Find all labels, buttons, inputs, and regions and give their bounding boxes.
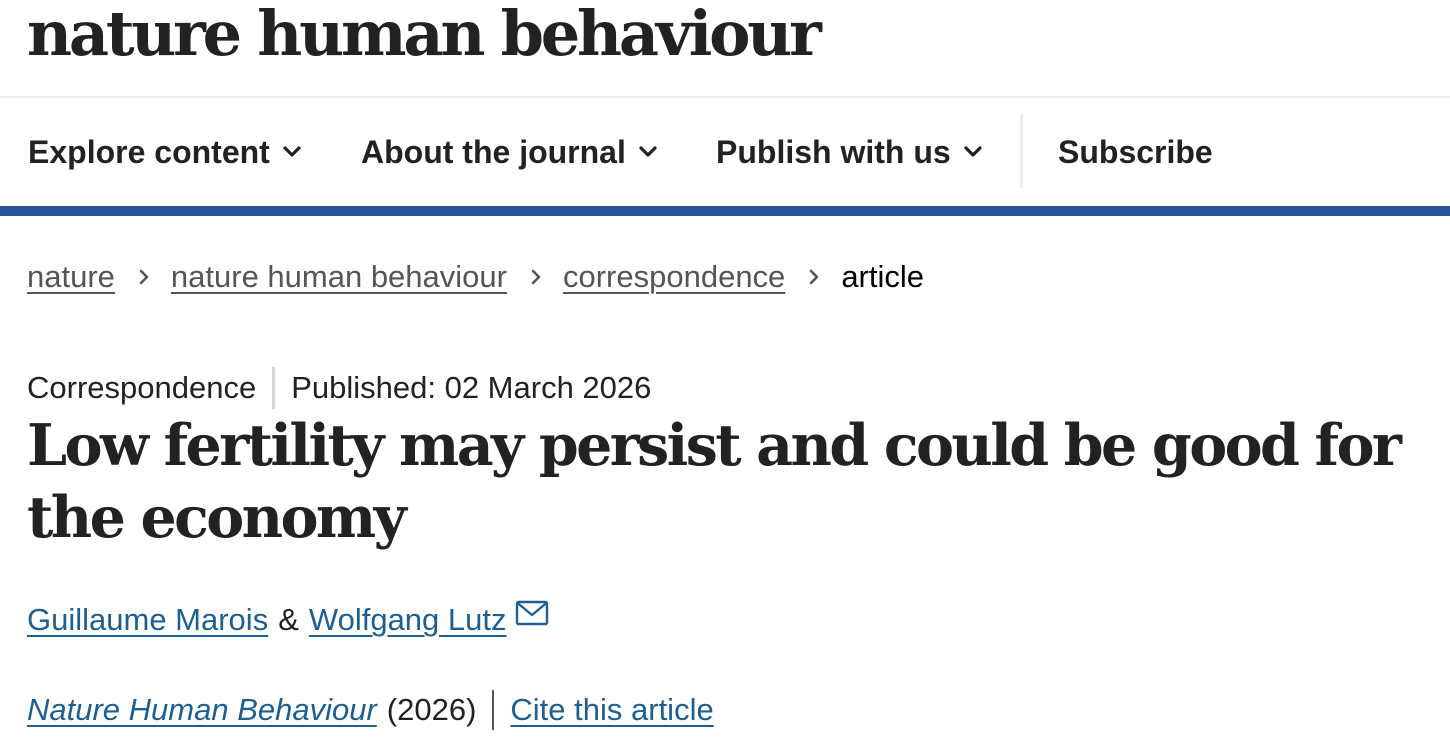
- author-link-lutz[interactable]: Wolfgang Lutz: [309, 602, 507, 638]
- chevron-down-icon: [283, 146, 301, 157]
- accent-rule: [0, 206, 1450, 216]
- chevron-down-icon: [639, 146, 657, 157]
- chevron-right-icon: [810, 269, 819, 285]
- site-logo[interactable]: nature human behaviour: [27, 0, 822, 76]
- nav-divider: [1020, 114, 1023, 188]
- breadcrumb-nature-human-behaviour[interactable]: nature human behaviour: [171, 259, 507, 295]
- breadcrumb-current: article: [841, 259, 925, 294]
- breadcrumb: nature nature human behaviour correspond…: [27, 255, 924, 299]
- nav-publish-with-us[interactable]: Publish with us: [716, 98, 983, 206]
- chevron-down-icon: [964, 146, 982, 157]
- nav-publish-with-us-label: Publish with us: [716, 133, 951, 170]
- author-joiner: &: [278, 602, 299, 637]
- masthead: nature human behaviour: [0, 0, 1450, 98]
- publication-year: (2026): [386, 692, 477, 727]
- nav-subscribe-label: Subscribe: [1058, 133, 1213, 170]
- nav-explore-content-label: Explore content: [28, 133, 270, 170]
- nav-explore-content[interactable]: Explore content: [28, 98, 302, 206]
- cite-this-article-link[interactable]: Cite this article: [510, 692, 713, 728]
- article-meta: Correspondence Published: 02 March 2026: [27, 366, 651, 410]
- author-list: Guillaume Marois & Wolfgang Lutz: [27, 598, 549, 642]
- breadcrumb-nature[interactable]: nature: [27, 259, 115, 295]
- chevron-right-icon: [139, 269, 149, 285]
- article-title: Low fertility may persist and could be g…: [27, 412, 1402, 551]
- publish-date: Published: 02 March 2026: [291, 370, 652, 405]
- breadcrumb-correspondence[interactable]: correspondence: [563, 259, 785, 295]
- chevron-right-icon: [531, 269, 541, 285]
- nav-about-the-journal[interactable]: About the journal: [361, 98, 658, 206]
- mail-icon[interactable]: [515, 600, 549, 626]
- article-type: Correspondence: [27, 370, 257, 405]
- journal-link[interactable]: Nature Human Behaviour: [27, 692, 377, 728]
- citation-divider: [492, 690, 495, 730]
- nav-subscribe[interactable]: Subscribe: [1058, 98, 1213, 206]
- author-link-marois[interactable]: Guillaume Marois: [27, 602, 268, 638]
- meta-divider: [272, 367, 276, 409]
- main-nav: Explore content About the journal Publis…: [0, 98, 1450, 206]
- nav-about-the-journal-label: About the journal: [361, 133, 626, 170]
- citation-line: Nature Human Behaviour (2026) Cite this …: [27, 688, 714, 732]
